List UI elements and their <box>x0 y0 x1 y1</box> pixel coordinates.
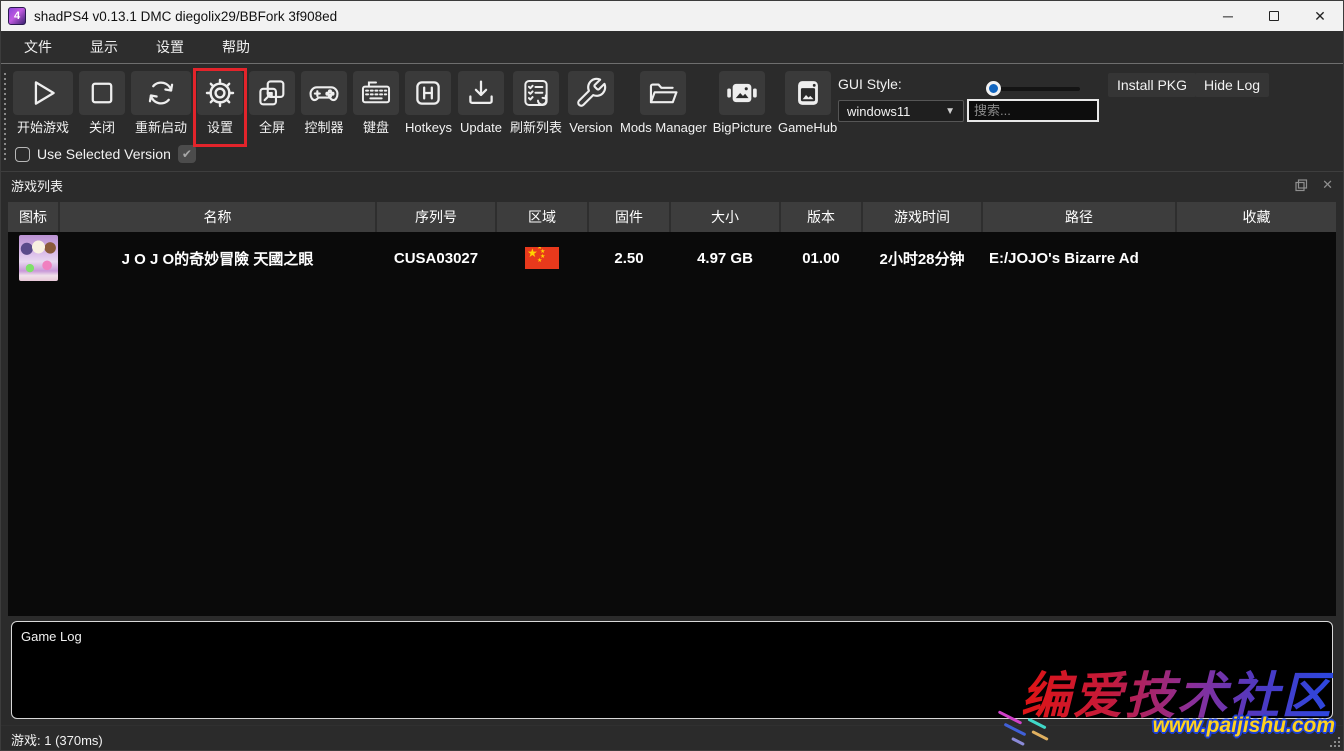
big-picture-button[interactable]: BigPicture <box>713 71 772 135</box>
close-button[interactable]: ✕ <box>1297 1 1343 31</box>
gui-style-select-value: windows11 <box>847 104 910 119</box>
cell-size: 4.97 GB <box>671 250 779 267</box>
refresh-list-icon <box>519 76 553 110</box>
status-text: 游戏: 1 (370ms) <box>11 730 103 749</box>
resize-grip[interactable] <box>1330 737 1340 747</box>
dock-close-button[interactable]: ✕ <box>1322 177 1333 193</box>
menu-file[interactable]: 文件 <box>18 34 58 60</box>
status-bar: 游戏: 1 (370ms) <box>1 725 1343 751</box>
gui-style-label: GUI Style: <box>838 76 902 92</box>
column-header-size[interactable]: 大小 <box>671 202 779 232</box>
gui-style-slider[interactable] <box>986 81 1080 96</box>
column-header-version[interactable]: 版本 <box>781 202 861 232</box>
menu-settings[interactable]: 设置 <box>150 34 190 60</box>
column-header-name[interactable]: 名称 <box>60 202 375 232</box>
hotkeys-icon <box>411 76 445 110</box>
stop-icon <box>85 76 119 110</box>
use-selected-version-row: Use Selected Version ✔ <box>15 145 196 163</box>
big-picture-icon <box>725 76 759 110</box>
download-icon <box>464 76 498 110</box>
log-panel: Game Log <box>1 617 1343 725</box>
cell-playtime: 2小时28分钟 <box>863 248 981 269</box>
version-button[interactable]: Version <box>568 71 614 135</box>
shadps4-window: 4 shadPS4 v0.13.1 DMC diegolix29/BBFork … <box>0 0 1344 751</box>
cell-path: E:/JOJO's Bizarre Ad <box>983 250 1175 267</box>
restart-icon <box>144 76 178 110</box>
menu-view[interactable]: 显示 <box>84 34 124 60</box>
hide-log-button[interactable]: Hide Log <box>1195 73 1269 97</box>
cell-firmware: 2.50 <box>589 250 669 267</box>
cell-version: 01.00 <box>781 250 861 267</box>
gear-icon <box>203 76 237 110</box>
column-header-firmware[interactable]: 固件 <box>589 202 669 232</box>
minimize-button[interactable]: ─ <box>1205 1 1251 31</box>
cell-serial: CUSA03027 <box>377 250 495 267</box>
window-title: shadPS4 v0.13.1 DMC diegolix29/BBFork 3f… <box>34 9 337 24</box>
column-header-path[interactable]: 路径 <box>983 202 1175 232</box>
keyboard-button[interactable]: 键盘 <box>353 71 399 135</box>
game-hub-icon <box>791 76 825 110</box>
game-log-title: Game Log <box>21 629 82 644</box>
game-log-box[interactable]: Game Log <box>11 621 1333 719</box>
menu-bar: 文件 显示 设置 帮助 <box>1 31 1343 64</box>
folder-icon <box>646 76 680 110</box>
play-button[interactable]: 开始游戏 <box>13 71 73 135</box>
cell-name: J O J O的奇妙冒險 天國之眼 <box>60 248 375 269</box>
version-toggle-checkbox[interactable]: ✔ <box>178 145 196 163</box>
game-list-panel: 游戏列表 ✕ 图标 名称 序列号 区域 固件 大小 版本 游戏时间 路径 收藏 <box>1 171 1343 617</box>
menu-help[interactable]: 帮助 <box>216 34 256 60</box>
app-logo-icon: 4 <box>8 7 26 25</box>
game-list-area: J O J O的奇妙冒險 天國之眼 CUSA03027 ★★★★★ 2.50 4… <box>8 232 1336 616</box>
fullscreen-icon <box>255 76 289 110</box>
china-flag-icon: ★★★★★ <box>525 247 559 269</box>
fullscreen-button[interactable]: 全屏 <box>249 71 295 135</box>
use-selected-version-label: Use Selected Version <box>37 146 171 162</box>
chevron-down-icon: ▼ <box>945 106 955 117</box>
toolbar: 开始游戏 关闭 重新启动 设置 全屏 控制器 <box>1 65 1343 171</box>
refresh-list-button[interactable]: 刷新列表 <box>510 71 562 135</box>
play-icon <box>26 76 60 110</box>
maximize-button[interactable] <box>1251 1 1297 31</box>
game-row[interactable]: J O J O的奇妙冒險 天國之眼 CUSA03027 ★★★★★ 2.50 4… <box>8 232 1336 284</box>
search-input[interactable] <box>967 99 1099 122</box>
column-header-playtime[interactable]: 游戏时间 <box>863 202 981 232</box>
float-icon <box>1295 179 1308 192</box>
mods-manager-button[interactable]: Mods Manager <box>620 71 707 135</box>
column-header-serial[interactable]: 序列号 <box>377 202 495 232</box>
game-list-title: 游戏列表 <box>11 176 63 195</box>
cell-region: ★★★★★ <box>497 247 587 269</box>
gui-style-select[interactable]: windows11 ▼ <box>838 100 964 122</box>
install-pkg-button[interactable]: Install PKG <box>1108 73 1196 97</box>
settings-button[interactable]: 设置 <box>197 71 243 135</box>
update-button[interactable]: Update <box>458 71 504 135</box>
column-header-icon[interactable]: 图标 <box>8 202 58 232</box>
column-header-region[interactable]: 区域 <box>497 202 587 232</box>
table-header-row: 图标 名称 序列号 区域 固件 大小 版本 游戏时间 路径 收藏 <box>8 202 1336 232</box>
column-header-favorite[interactable]: 收藏 <box>1177 202 1336 232</box>
restart-button[interactable]: 重新启动 <box>131 71 191 135</box>
dock-float-button[interactable] <box>1295 179 1308 192</box>
game-list-titlebar: 游戏列表 ✕ <box>1 172 1343 198</box>
controller-button[interactable]: 控制器 <box>301 71 347 135</box>
game-hub-button[interactable]: GameHub <box>778 71 837 135</box>
maximize-icon <box>1269 11 1279 21</box>
game-cover-image <box>19 235 58 281</box>
wrench-icon <box>574 76 608 110</box>
hotkeys-button[interactable]: Hotkeys <box>405 71 452 135</box>
use-selected-version-checkbox[interactable] <box>15 147 30 162</box>
controller-icon <box>307 76 341 110</box>
keyboard-icon <box>359 76 393 110</box>
stop-button[interactable]: 关闭 <box>79 71 125 135</box>
gui-style-cluster: GUI Style: Install PKG Hide Log windows1… <box>838 71 1343 167</box>
slider-thumb[interactable] <box>986 81 1001 96</box>
titlebar: 4 shadPS4 v0.13.1 DMC diegolix29/BBFork … <box>1 1 1343 31</box>
